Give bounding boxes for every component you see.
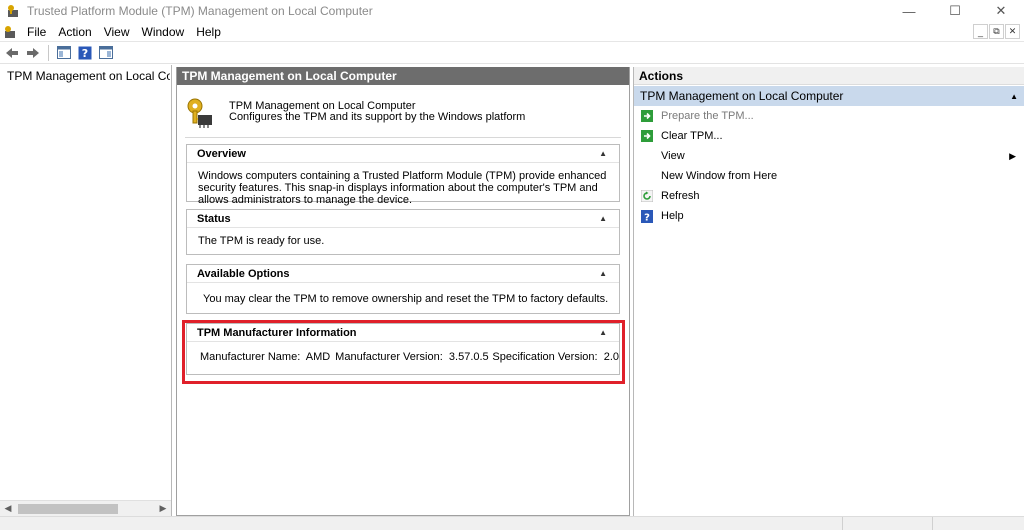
scroll-thumb[interactable]: [18, 503, 118, 514]
overview-text: Windows computers containing a Trusted P…: [198, 170, 607, 206]
actions-subheader-label: TPM Management on Local Computer: [640, 89, 844, 103]
menu-bar: File Action View Window Help _ ⧉ ✕: [0, 22, 1024, 42]
green-arrow-icon: [640, 110, 653, 123]
forward-arrow-icon: [27, 47, 39, 58]
status-title: Status: [197, 212, 231, 225]
action-prepare-tpm[interactable]: Prepare the TPM...: [634, 106, 1024, 126]
action-help[interactable]: ? Help: [634, 206, 1024, 226]
action-label: View: [661, 150, 685, 162]
menu-file[interactable]: File: [21, 25, 52, 39]
menu-help[interactable]: Help: [190, 25, 227, 39]
action-view[interactable]: View ▶: [634, 146, 1024, 166]
action-clear-tpm[interactable]: Clear TPM...: [634, 126, 1024, 146]
tpm-key-chip-icon: [187, 98, 212, 128]
svg-text:?: ?: [644, 212, 650, 223]
action-pane-icon: [99, 46, 113, 59]
main-pane-header: TPM Management on Local Computer: [177, 67, 629, 85]
system-menu-icon[interactable]: [3, 25, 17, 39]
action-refresh[interactable]: Refresh: [634, 186, 1024, 206]
status-section: Status ▲ The TPM is ready for use.: [186, 209, 620, 255]
available-options-section: Available Options ▲ You may clear the TP…: [186, 264, 620, 314]
console-tree-icon: [57, 46, 71, 59]
forward-button[interactable]: [24, 44, 42, 62]
collapse-icon[interactable]: ▲: [1010, 92, 1018, 101]
help-icon: ?: [78, 46, 92, 60]
mdi-controls: _ ⧉ ✕: [973, 24, 1020, 39]
overview-section: Overview ▲ Windows computers containing …: [186, 144, 620, 206]
window-controls: — ☐ ✕: [886, 0, 1024, 22]
collapse-icon[interactable]: ▲: [599, 269, 607, 278]
tree-item-tpm-management[interactable]: TPM Management on Local Comp: [0, 67, 170, 85]
action-label: Help: [661, 210, 684, 222]
status-section-header[interactable]: Status ▲: [187, 210, 619, 228]
close-button[interactable]: ✕: [978, 0, 1024, 22]
scroll-right-icon[interactable]: ▶: [155, 501, 171, 517]
tree-horizontal-scrollbar[interactable]: ◀ ▶: [0, 500, 171, 516]
menu-window[interactable]: Window: [136, 25, 191, 39]
submenu-arrow-icon: ▶: [1009, 150, 1016, 161]
snapin-subtitle: Configures the TPM and its support by th…: [229, 111, 526, 123]
highlight-box: [182, 320, 625, 384]
scroll-left-icon[interactable]: ◀: [0, 501, 16, 517]
divider: [185, 137, 621, 138]
toolbar: ?: [0, 42, 1024, 64]
actions-subheader[interactable]: TPM Management on Local Computer ▲: [634, 86, 1024, 106]
overview-title: Overview: [197, 147, 246, 160]
collapse-icon[interactable]: ▲: [599, 149, 607, 158]
scroll-track[interactable]: [16, 501, 155, 517]
collapse-icon[interactable]: ▲: [599, 214, 607, 223]
status-bar: [0, 516, 1024, 530]
menu-action[interactable]: Action: [52, 25, 97, 39]
snapin-description: TPM Management on Local Computer Configu…: [185, 93, 621, 135]
available-options-title: Available Options: [197, 267, 290, 280]
back-button[interactable]: [3, 44, 21, 62]
actions-header: Actions: [634, 67, 1024, 85]
svg-text:?: ?: [82, 47, 88, 60]
help-icon: ?: [640, 209, 653, 223]
action-new-window[interactable]: New Window from Here: [634, 166, 1024, 186]
overview-section-header[interactable]: Overview ▲: [187, 145, 619, 163]
window-title: Trusted Platform Module (TPM) Management…: [27, 4, 373, 18]
status-bar-cell: [932, 517, 1024, 530]
tree-item-label: TPM Management on Local Comp: [7, 69, 170, 83]
toolbar-separator: [48, 44, 49, 61]
back-arrow-icon: [6, 47, 18, 58]
show-hide-tree-button[interactable]: [55, 44, 73, 62]
action-label: New Window from Here: [661, 170, 778, 182]
minimize-button[interactable]: —: [886, 0, 932, 22]
action-label: Clear TPM...: [661, 130, 723, 142]
mdi-close-button[interactable]: ✕: [1005, 24, 1020, 39]
mdi-restore-button[interactable]: ⧉: [989, 24, 1004, 39]
green-arrow-icon: [640, 130, 653, 143]
title-bar: Trusted Platform Module (TPM) Management…: [0, 0, 1024, 22]
available-options-section-header[interactable]: Available Options ▲: [187, 265, 619, 283]
maximize-button[interactable]: ☐: [932, 0, 978, 22]
menu-view[interactable]: View: [98, 25, 136, 39]
action-label: Refresh: [661, 190, 700, 202]
action-label: Prepare the TPM...: [661, 110, 754, 122]
status-text: The TPM is ready for use.: [198, 235, 325, 247]
actions-pane: Actions TPM Management on Local Computer…: [633, 67, 1024, 516]
status-bar-cell: [842, 517, 932, 530]
available-options-text: You may clear the TPM to remove ownershi…: [203, 293, 609, 305]
show-hide-action-pane-button[interactable]: [97, 44, 115, 62]
tpm-app-icon: [8, 5, 18, 17]
main-content-pane: TPM Management on Local Computer TPM Man…: [176, 67, 630, 516]
console-tree-pane: TPM Management on Local Comp ◀ ▶: [0, 65, 172, 516]
mdi-minimize-button[interactable]: _: [973, 24, 988, 39]
help-toolbar-button[interactable]: ?: [76, 44, 94, 62]
refresh-icon: [640, 190, 653, 203]
